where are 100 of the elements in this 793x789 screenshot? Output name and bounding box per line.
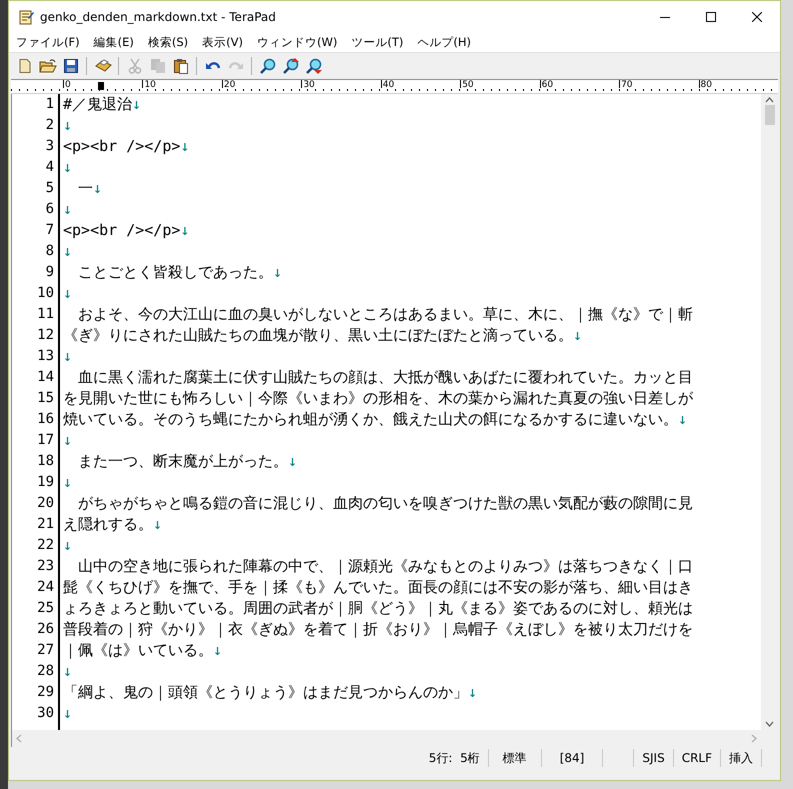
line-number: 7 <box>44 221 55 240</box>
line-break-mark: ↓ <box>273 262 282 283</box>
line-number: 17 <box>36 431 55 450</box>
line-break-mark: ↓ <box>63 661 72 682</box>
line-number: 9 <box>44 263 55 282</box>
search-icon <box>260 58 276 74</box>
line-number: 1 <box>44 95 55 114</box>
vertical-scrollbar[interactable] <box>761 94 778 730</box>
text-line: 血に黒く濡れた腐葉土に伏す山賊たちの顔は、大抵が醜いあばたに覆われていた。カッと目 <box>77 367 693 388</box>
line-number: 21 <box>36 515 55 534</box>
text-line: ょろきょろと動いている。周囲の武者が｜胴《どう》｜丸《まる》姿であるのに対し、頼光は <box>63 598 693 619</box>
line-number: 15 <box>36 389 55 408</box>
ruler-cursor-icon <box>98 82 104 90</box>
line-number: 18 <box>36 452 55 471</box>
line-number: 20 <box>36 494 55 513</box>
clipboard-icon <box>172 58 188 74</box>
ruler-label: 20 <box>222 80 302 88</box>
line-break-mark: ↓ <box>678 409 688 430</box>
line-break-mark: ↓ <box>468 682 478 703</box>
text-line: 焼いている。そのうち蝿にたかられ蛆が湧くか、餓えた山犬の餌になるかするに違いない。 <box>63 409 678 430</box>
copy-icon <box>150 58 166 74</box>
text-line: 普段着の｜狩《かり》｜衣《ぎぬ》を着て｜折《おり》｜烏帽子《えぼし》を被り太刀だけを <box>63 619 693 640</box>
line-break-mark: ↓ <box>573 325 582 346</box>
line-number: 28 <box>36 662 55 681</box>
line-break-mark: ↓ <box>63 430 72 451</box>
scroll-up-icon <box>765 97 774 103</box>
text-line: 《ぎ》りにされた山賊たちの血塊が散り、黒い土にぼたぼたと滴っている。 <box>63 325 573 346</box>
text-line: を見開いた世にも怖ろしい｜今際《いまわ》の形相を、木の葉から漏れた真夏の強い日差しが <box>63 388 693 409</box>
close-icon <box>752 12 762 22</box>
ruler-label: 0 <box>63 80 142 88</box>
line-break-mark: ↓ <box>63 535 72 556</box>
status-field: 標準 <box>488 749 542 767</box>
line-break-mark: ↓ <box>63 241 72 262</box>
line-number: 16 <box>36 410 55 429</box>
line-break-mark: ↓ <box>63 157 72 178</box>
line-number: 22 <box>36 536 55 555</box>
new-document-icon <box>16 58 32 74</box>
status-field: 挿入 <box>721 749 762 767</box>
printer-icon <box>94 58 112 74</box>
menu-item[interactable]: ウィンドウ(W) <box>250 34 344 50</box>
line-number: 29 <box>36 683 55 702</box>
window-title: genko_denden_markdown.txt - TeraPad <box>40 10 277 24</box>
line-break-mark: ↓ <box>63 472 72 493</box>
line-number: 13 <box>36 347 55 366</box>
text-line: およそ、今の大江山に血の臭いがしないところはあるまい。草に、木に、｜撫《な》で｜斬 <box>77 304 693 325</box>
notepad-app-icon <box>18 8 34 24</box>
scroll-left-icon <box>16 734 22 743</box>
status-field: 5行: 5桁 <box>390 749 489 767</box>
line-number: 30 <box>36 704 55 723</box>
text-line: え隠れする。 <box>63 514 153 535</box>
text-line: ことごとく皆殺しであった。 <box>77 262 273 283</box>
line-number: 5 <box>44 179 55 198</box>
scissors-icon <box>126 58 142 74</box>
status-field: CRLF <box>674 749 721 767</box>
line-break-mark: ↓ <box>180 136 190 157</box>
search-down-icon <box>306 58 322 74</box>
line-number: 26 <box>36 620 55 639</box>
line-break-mark: ↓ <box>63 115 72 136</box>
menu-item[interactable]: ヘルプ(H) <box>410 34 478 50</box>
text-line: <p><br /></p> <box>63 136 180 157</box>
status-field: SJIS <box>634 749 674 767</box>
text-line: 山中の空き地に張られた陣幕の中で、｜源頼光《みなもとのよりみつ》は落ちつきなく｜口 <box>77 556 693 577</box>
folder-icon <box>38 58 56 74</box>
line-break-mark: ↓ <box>153 514 162 535</box>
line-number: 25 <box>36 599 55 618</box>
text-line: また一つ、断末魔が上がった。 <box>77 451 288 472</box>
line-break-mark: ↓ <box>180 220 190 241</box>
menu-item[interactable]: 表示(V) <box>195 34 250 50</box>
scroll-thumb[interactable] <box>764 105 774 125</box>
line-number: 10 <box>36 284 55 303</box>
line-number: 14 <box>36 368 55 387</box>
text-line: ｜佩《は》いている。 <box>63 640 213 661</box>
text-line: 「綱よ、鬼の｜頭領《とうりょう》はまだ見つからんのか」 <box>63 682 468 703</box>
scroll-down-icon <box>765 721 774 727</box>
line-break-mark: ↓ <box>93 178 102 199</box>
line-number: 19 <box>36 473 55 492</box>
line-number: 4 <box>44 158 55 177</box>
line-break-mark: ↓ <box>132 94 142 115</box>
line-number: 12 <box>36 326 55 345</box>
menu-item[interactable]: 編集(E) <box>86 34 141 50</box>
menu-item[interactable]: ツール(T) <box>344 34 410 50</box>
menu-item[interactable]: ファイル(F) <box>9 34 87 50</box>
text-line: がちゃがちゃと鳴る鎧の音に混じり、血肉の匂いを嗅ぎつけた獣の黒い気配が藪の隙間に見 <box>77 493 693 514</box>
search-up-icon <box>282 58 298 74</box>
line-break-mark: ↓ <box>63 346 72 367</box>
text-line: #／鬼退治 <box>63 94 132 115</box>
line-number: 8 <box>44 242 55 261</box>
maximize-icon <box>706 12 716 22</box>
text-line: 髭《くちひげ》を撫で、手を｜揉《も》んでいた。面長の顔には不安の影が落ち、細い目はき <box>63 577 693 598</box>
line-number: 3 <box>44 137 55 156</box>
scroll-right-icon <box>751 734 757 743</box>
line-number: 2 <box>44 116 55 135</box>
line-break-mark: ↓ <box>213 640 222 661</box>
line-number: 27 <box>36 641 55 660</box>
menu-item[interactable]: 検索(S) <box>140 34 196 50</box>
line-number: 23 <box>36 557 55 576</box>
line-break-mark: ↓ <box>63 283 72 304</box>
line-number: 6 <box>44 200 55 219</box>
status-field: [84] <box>542 749 604 767</box>
line-break-mark: ↓ <box>288 451 298 472</box>
